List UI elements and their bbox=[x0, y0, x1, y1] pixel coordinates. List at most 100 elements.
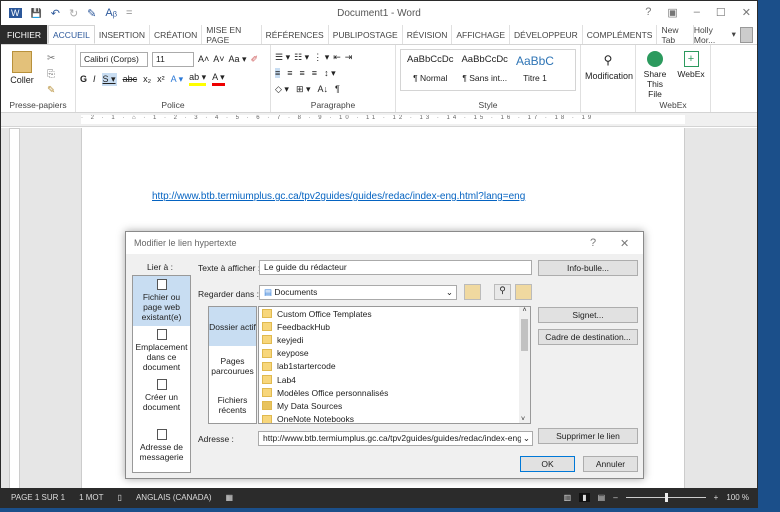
target-frame-button[interactable]: Cadre de destination... bbox=[538, 329, 638, 345]
language[interactable]: ANGLAIS (CANADA) bbox=[136, 493, 212, 502]
tab-accueil[interactable]: ACCUEIL bbox=[48, 25, 95, 44]
font-name-select[interactable]: Calibri (Corps) bbox=[80, 51, 148, 67]
bold-icon[interactable]: G bbox=[80, 74, 87, 84]
ok-button[interactable]: OK bbox=[520, 456, 575, 472]
user-account[interactable]: Holly Mor... ▾ bbox=[694, 25, 757, 45]
sort-icon[interactable]: A↓ bbox=[318, 84, 329, 94]
print-layout-icon[interactable]: ▮ bbox=[579, 493, 590, 502]
style-normal[interactable]: AaBbCcDc ¶ Normal bbox=[407, 54, 453, 86]
undo-icon[interactable]: ↶ bbox=[51, 7, 60, 20]
macro-icon[interactable]: ▦ bbox=[226, 493, 234, 502]
shading-icon[interactable]: ◇ ▾ bbox=[275, 84, 289, 95]
tab-revision[interactable]: RÉVISION bbox=[403, 25, 453, 44]
nav-current-folder[interactable]: Dossier actif bbox=[209, 307, 256, 346]
tab-developpeur[interactable]: DÉVELOPPEUR bbox=[510, 25, 583, 44]
font-size-select[interactable]: 11 bbox=[152, 51, 194, 67]
tab-fichier[interactable]: FICHIER bbox=[1, 25, 48, 44]
paste-button[interactable]: Coller bbox=[5, 51, 39, 85]
up-folder-icon[interactable] bbox=[464, 284, 481, 300]
strikethrough-icon[interactable]: abc bbox=[123, 74, 138, 84]
spelling-icon[interactable]: Aᵦ bbox=[105, 7, 117, 19]
list-item[interactable]: keyjedi bbox=[259, 333, 530, 346]
tab-creation[interactable]: CRÉATION bbox=[150, 25, 203, 44]
file-list-scrollbar[interactable]: ˄ ˅ bbox=[519, 307, 530, 423]
decrease-indent-icon[interactable]: ⇤ bbox=[333, 52, 341, 63]
copy-icon[interactable]: ⎘ bbox=[47, 67, 55, 83]
increase-indent-icon[interactable]: ⇥ bbox=[345, 52, 353, 63]
tab-affichage[interactable]: AFFICHAGE bbox=[452, 25, 511, 44]
list-item[interactable]: FeedbackHub bbox=[259, 320, 530, 333]
minimize-icon[interactable]: – bbox=[694, 6, 700, 19]
redo-icon[interactable]: ↻ bbox=[69, 7, 78, 20]
close-icon[interactable]: ✕ bbox=[742, 6, 751, 19]
italic-icon[interactable]: I bbox=[93, 74, 96, 84]
proofing-icon[interactable]: ▯ bbox=[118, 493, 122, 502]
browse-file-icon[interactable] bbox=[515, 284, 532, 300]
underline-icon[interactable]: S ▾ bbox=[101, 72, 117, 86]
numbering-icon[interactable]: ☷ ▾ bbox=[294, 52, 309, 63]
superscript-icon[interactable]: x² bbox=[157, 74, 165, 84]
ribbon-display-icon[interactable]: ▣ bbox=[667, 6, 677, 19]
change-case-icon[interactable]: Aa ▾ bbox=[229, 54, 247, 65]
link-to-new-document[interactable]: Créer un document bbox=[133, 376, 190, 426]
zoom-in-button[interactable]: + bbox=[714, 493, 719, 502]
link-to-email[interactable]: Adresse de messagerie bbox=[133, 426, 190, 476]
subscript-icon[interactable]: x₂ bbox=[143, 74, 151, 84]
remove-link-button[interactable]: Supprimer le lien bbox=[538, 428, 638, 444]
link-to-existing-file[interactable]: Fichier ou page web existant(e) bbox=[133, 276, 190, 326]
list-item[interactable]: Lab4 bbox=[259, 373, 530, 386]
word-count[interactable]: 1 MOT bbox=[79, 493, 103, 502]
clear-format-icon[interactable]: ✐ bbox=[251, 54, 259, 65]
align-right-icon[interactable]: ≡ bbox=[300, 68, 305, 78]
close-icon[interactable]: ✕ bbox=[620, 237, 629, 250]
address-input[interactable]: http://www.btb.termiumplus.gc.ca/tpv2gui… bbox=[258, 431, 533, 446]
editing-button[interactable]: ⚲ Modification bbox=[581, 45, 636, 112]
format-painter-icon[interactable]: ✎ bbox=[87, 7, 96, 20]
align-left-icon[interactable]: ≡ bbox=[275, 68, 281, 78]
horizontal-ruler[interactable]: · 2 · 1 · ⌂ · 1 · 2 · 3 · 4 · 5 · 6 · 7 … bbox=[1, 113, 757, 127]
nav-browsed-pages[interactable]: Pages parcourues bbox=[209, 346, 256, 385]
tab-mise-en-page[interactable]: MISE EN PAGE bbox=[202, 25, 262, 45]
look-in-select[interactable]: ▤ Documents ⌄ bbox=[259, 285, 457, 300]
web-layout-icon[interactable]: ▤ bbox=[598, 493, 606, 502]
nav-recent-files[interactable]: Fichiers récents bbox=[209, 385, 256, 424]
list-item[interactable]: Modèles Office personnalisés bbox=[259, 386, 530, 399]
hyperlink[interactable]: http://www.btb.termiumplus.gc.ca/tpv2gui… bbox=[152, 191, 525, 202]
format-painter-icon[interactable]: ✎ bbox=[47, 83, 55, 99]
read-mode-icon[interactable]: ▥ bbox=[564, 493, 572, 502]
customize-toolbar-icon[interactable]: = bbox=[126, 7, 132, 19]
style-heading-1[interactable]: AaBbC Titre 1 bbox=[516, 54, 554, 86]
zoom-slider[interactable] bbox=[625, 493, 706, 502]
tab-references[interactable]: RÉFÉRENCES bbox=[262, 25, 329, 44]
grow-font-icon[interactable]: A˄ bbox=[198, 54, 209, 64]
list-item[interactable]: keypose bbox=[259, 347, 530, 360]
zoom-out-button[interactable]: – bbox=[613, 493, 617, 502]
list-item[interactable]: Custom Office Templates bbox=[259, 307, 530, 320]
text-to-display-input[interactable]: Le guide du rédacteur bbox=[259, 260, 532, 275]
vertical-ruler[interactable] bbox=[9, 128, 20, 489]
style-no-spacing[interactable]: AaBbCcDc ¶ Sans int... bbox=[461, 54, 507, 86]
list-item[interactable]: My Data Sources bbox=[259, 399, 530, 412]
browse-web-icon[interactable]: ⚲ bbox=[494, 284, 511, 300]
text-effects-icon[interactable]: A ▾ bbox=[171, 74, 184, 85]
tab-new-tab[interactable]: New Tab bbox=[657, 25, 694, 45]
link-to-place-in-document[interactable]: Emplacement dans ce document bbox=[133, 326, 190, 376]
list-item[interactable]: lab1startercode bbox=[259, 360, 530, 373]
highlight-icon[interactable]: ab ▾ bbox=[189, 72, 207, 86]
tab-publipostage[interactable]: PUBLIPOSTAGE bbox=[329, 25, 403, 44]
tab-insertion[interactable]: INSERTION bbox=[95, 25, 150, 44]
save-icon[interactable]: 💾 bbox=[31, 8, 42, 19]
line-spacing-icon[interactable]: ↕ ▾ bbox=[324, 68, 336, 79]
maximize-icon[interactable]: ☐ bbox=[716, 6, 726, 19]
multilevel-icon[interactable]: ⋮ ▾ bbox=[313, 52, 329, 63]
help-icon[interactable]: ? bbox=[590, 237, 596, 249]
pilcrow-icon[interactable]: ¶ bbox=[335, 84, 340, 94]
borders-icon[interactable]: ⊞ ▾ bbox=[296, 84, 311, 95]
cut-icon[interactable]: ✂ bbox=[47, 51, 55, 67]
tooltip-button[interactable]: Info-bulle... bbox=[538, 260, 638, 276]
bullets-icon[interactable]: ☰ ▾ bbox=[275, 52, 290, 63]
align-center-icon[interactable]: ≡ bbox=[287, 68, 292, 78]
list-item[interactable]: OneNote Notebooks bbox=[259, 413, 530, 423]
tab-complements[interactable]: COMPLÉMENTS bbox=[583, 25, 658, 44]
bookmark-button[interactable]: Signet... bbox=[538, 307, 638, 323]
